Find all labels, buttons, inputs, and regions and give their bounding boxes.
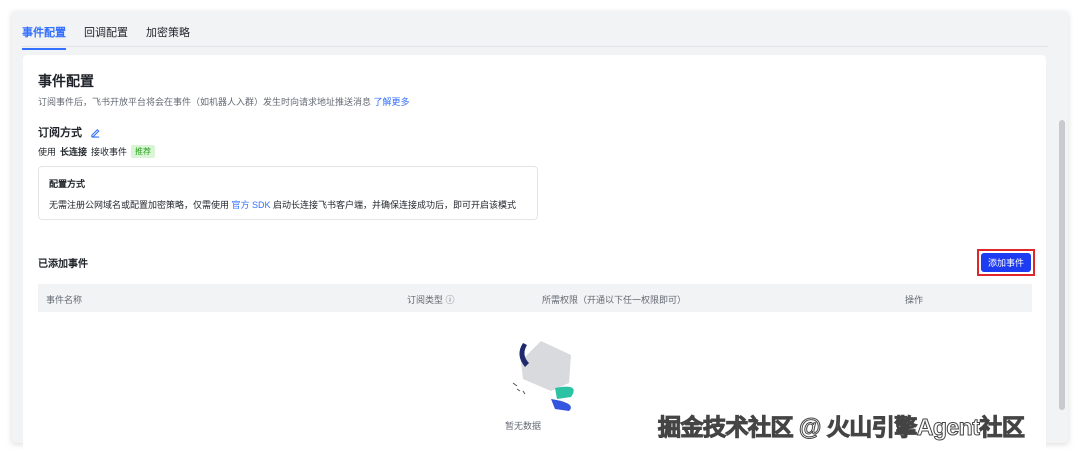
col-subscription-type[interactable]: 订阅类型 ⓘ xyxy=(407,293,455,306)
config-method-text: 无需注册公网域名或配置加密策略，仅需使用 官方 SDK 启动长连接飞书客户端，并… xyxy=(49,198,527,211)
scrollbar-thumb[interactable] xyxy=(1059,120,1065,410)
add-event-highlight: 添加事件 xyxy=(977,249,1035,276)
watermark: 掘金技术社区 @ 火山引擎Agent社区 xyxy=(657,414,1025,441)
add-event-button[interactable]: 添加事件 xyxy=(981,253,1031,272)
col-required-permissions: 所需权限（开通以下任一权限即可） xyxy=(542,295,687,305)
col-actions: 操作 xyxy=(905,295,924,305)
page-title: 事件配置 xyxy=(38,73,94,89)
section-description: 订阅事件后，飞书开放平台将会在事件（如机器人入群）发生时向请求地址推送消息 了解… xyxy=(38,95,410,108)
use-suffix: 接收事件 xyxy=(91,147,128,157)
subscription-heading: 订阅方式 xyxy=(38,124,101,140)
col-event-name: 事件名称 xyxy=(46,295,83,305)
mode-value: 长连接 xyxy=(60,147,88,157)
config-text-before: 无需注册公网域名或配置加密策略，仅需使用 xyxy=(49,200,232,210)
config-method-title: 配置方式 xyxy=(49,179,86,189)
subscription-mode: 使用 长连接 接收事件 推荐 xyxy=(38,145,156,158)
official-sdk-link[interactable]: 官方 SDK xyxy=(232,200,271,210)
scrollbar[interactable] xyxy=(1058,30,1066,440)
config-method-box: 配置方式 无需注册公网域名或配置加密策略，仅需使用 官方 SDK 启动长连接飞书… xyxy=(38,166,538,220)
use-prefix: 使用 xyxy=(38,147,57,157)
event-config-card: 事件配置 订阅事件后，飞书开放平台将会在事件（如机器人入群）发生时向请求地址推送… xyxy=(23,55,1046,455)
events-table-header: 事件名称 订阅类型 ⓘ 所需权限（开通以下任一权限即可） 操作 xyxy=(38,284,1032,312)
recommended-badge: 推荐 xyxy=(131,145,156,158)
config-text-after: 启动长连接飞书客户端，并确保连接成功后，即可开启该模式 xyxy=(270,200,517,210)
learn-more-link[interactable]: 了解更多 xyxy=(374,97,410,107)
empty-illustration-icon xyxy=(512,341,574,411)
description-text: 订阅事件后，飞书开放平台将会在事件（如机器人入群）发生时向请求地址推送消息 xyxy=(38,97,374,107)
empty-state-text: 暂无数据 xyxy=(505,421,542,431)
tab-divider xyxy=(22,46,1048,47)
added-events-title: 已添加事件 xyxy=(38,259,88,270)
app-frame: 事件配置 回调配置 加密策略 事件配置 订阅事件后，飞书开放平台将会在事件（如机… xyxy=(12,12,1068,455)
edit-icon[interactable] xyxy=(90,127,101,138)
subscription-label: 订阅方式 xyxy=(38,127,82,139)
